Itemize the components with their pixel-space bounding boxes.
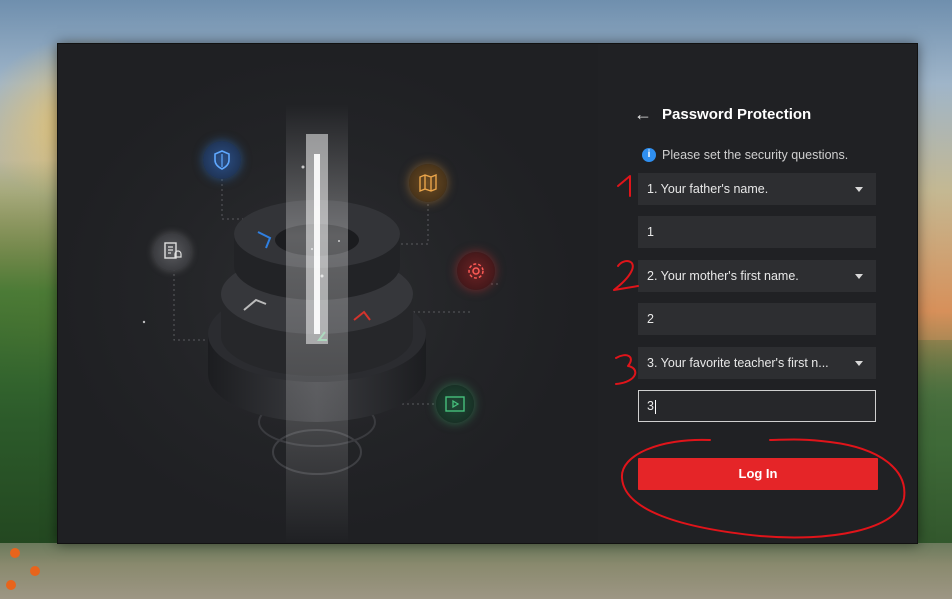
- question-2-select[interactable]: 2. Your mother's first name.: [638, 260, 876, 292]
- chevron-down-icon: [855, 361, 863, 366]
- shield-icon: [203, 141, 241, 179]
- question-2-label: 2. Your mother's first name.: [647, 269, 799, 283]
- info-icon: i: [642, 148, 656, 162]
- chevron-down-icon: [855, 187, 863, 192]
- background-flower: [10, 548, 20, 558]
- answer-1-field[interactable]: 1: [638, 216, 876, 248]
- answer-2-field[interactable]: 2: [638, 303, 876, 335]
- answer-3-field[interactable]: 3: [638, 390, 876, 422]
- illustration-pane: [58, 44, 598, 544]
- background-flower: [6, 580, 16, 590]
- form-pane: ← Password Protection i Please set the s…: [598, 44, 917, 543]
- header: ← Password Protection: [634, 103, 811, 125]
- video-icon: [436, 385, 474, 423]
- hint-row: i Please set the security questions.: [642, 148, 848, 162]
- background-ground: [0, 543, 952, 599]
- question-1-select[interactable]: 1. Your father's name.: [638, 173, 876, 205]
- security-illustration: [142, 104, 498, 544]
- question-3-select[interactable]: 3. Your favorite teacher's first n...: [638, 347, 876, 379]
- question-3-label: 3. Your favorite teacher's first n...: [647, 356, 829, 370]
- hint-text: Please set the security questions.: [662, 148, 849, 162]
- background-foliage-left: [0, 160, 60, 599]
- password-protection-window: — ✕ ← Password Protection i Please set t…: [57, 43, 918, 544]
- login-button[interactable]: Log In: [638, 458, 878, 490]
- document-bell-icon: [153, 233, 191, 271]
- answer-3-value: 3: [647, 399, 654, 413]
- question-1-label: 1. Your father's name.: [647, 182, 769, 196]
- back-arrow-icon[interactable]: ←: [634, 104, 652, 125]
- background-flower: [30, 566, 40, 576]
- chevron-down-icon: [855, 274, 863, 279]
- map-icon: [409, 164, 447, 202]
- text-cursor: [654, 399, 656, 414]
- gear-icon: [457, 252, 495, 290]
- page-title: Password Protection: [662, 105, 812, 123]
